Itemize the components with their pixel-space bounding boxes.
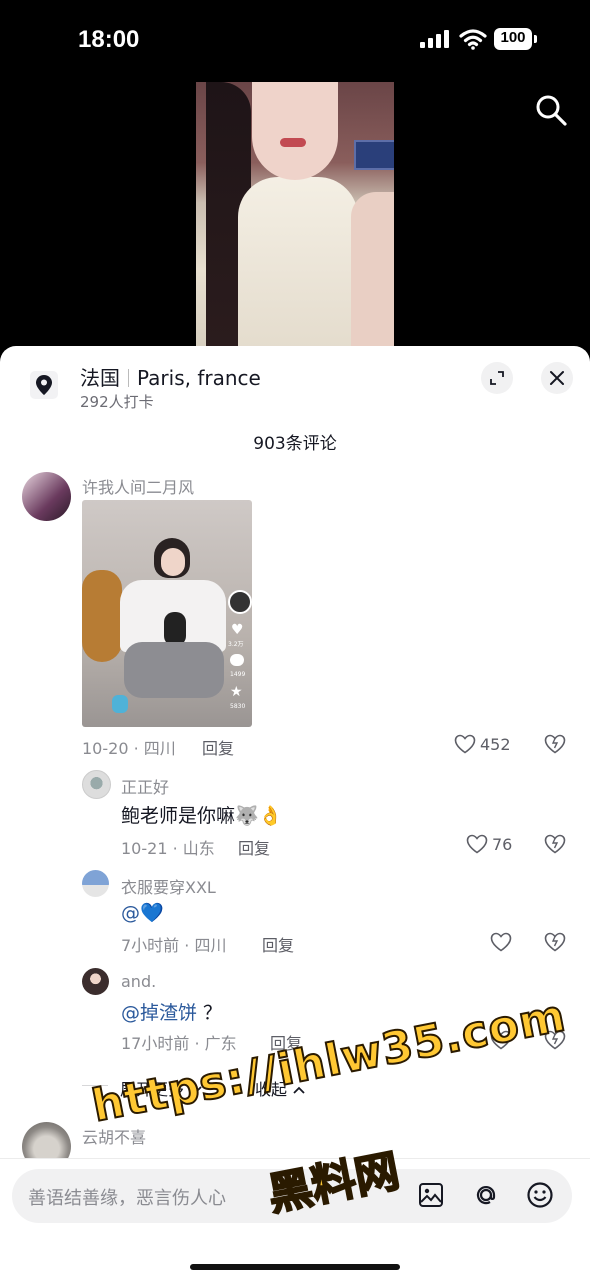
comment-username[interactable]: 正正好 xyxy=(121,774,169,798)
emoji-icon[interactable] xyxy=(526,1181,554,1209)
dislike-icon[interactable] xyxy=(544,932,566,952)
status-time: 18:00 xyxy=(78,26,140,53)
comment-image[interactable]: ♥ 3.2万 1499 ★ 5830 xyxy=(82,500,252,727)
video-figure-shoulder xyxy=(351,192,394,350)
like-icon[interactable] xyxy=(466,834,488,854)
input-placeholder: 善语结善缘，恶言伤人心 xyxy=(28,1188,226,1209)
search-icon[interactable] xyxy=(533,92,569,128)
like-count: 76 xyxy=(492,835,513,854)
background-screen xyxy=(354,140,394,170)
like-icon[interactable] xyxy=(490,932,512,952)
expand-button[interactable] xyxy=(481,362,513,394)
close-button[interactable] xyxy=(541,362,573,394)
image-comment-count: 1499 xyxy=(230,671,246,678)
image-guitar xyxy=(82,570,122,662)
location-divider xyxy=(128,369,129,387)
checkin-count: 292人打卡 xyxy=(80,393,154,411)
comment-date-location: 17小时前 · 广东 xyxy=(121,1034,237,1053)
comment-date-location: 10-20 · 四川 xyxy=(82,739,176,758)
image-like-count: 3.2万 xyxy=(228,641,244,648)
comment-text: 鲍老师是你嘛🐺👌 xyxy=(121,805,283,827)
reply-button[interactable]: 回复 xyxy=(238,835,270,859)
video-figure-dress xyxy=(238,177,358,350)
mention-icon[interactable] xyxy=(472,1181,500,1209)
image-comment-icon xyxy=(230,654,244,666)
image-shirt-print xyxy=(164,612,186,646)
like-count: 452 xyxy=(480,735,511,754)
comment-date-location: 7小时前 · 四川 xyxy=(121,936,227,955)
image-person-face xyxy=(161,548,185,576)
dislike-icon[interactable] xyxy=(544,734,566,754)
avatar[interactable] xyxy=(82,968,109,995)
comment-text: @💙 xyxy=(121,902,164,924)
image-star-icon: ★ xyxy=(230,684,243,700)
image-heart-icon: ♥ xyxy=(231,622,244,638)
comment-text: @掉渣饼 ？ xyxy=(121,998,222,1025)
image-avatar-dot xyxy=(228,590,252,614)
image-fav-count: 5830 xyxy=(230,703,246,710)
comment-text-rest: ？ xyxy=(197,1002,223,1024)
video-figure-face xyxy=(252,82,338,180)
home-indicator xyxy=(190,1264,400,1270)
wifi-icon xyxy=(459,29,487,50)
reply-button[interactable]: 回复 xyxy=(262,932,294,956)
avatar[interactable] xyxy=(82,770,111,799)
image-person-pants xyxy=(124,642,224,698)
image-person-feet xyxy=(112,695,128,713)
location-title[interactable]: 法国 Paris, france xyxy=(80,362,261,391)
video-player[interactable] xyxy=(196,82,394,350)
expand-icon xyxy=(490,371,504,385)
battery-icon: 100 xyxy=(494,28,538,50)
avatar[interactable] xyxy=(22,472,71,521)
location-pin-icon[interactable] xyxy=(30,371,58,399)
dislike-icon[interactable] xyxy=(544,834,566,854)
image-icon[interactable] xyxy=(418,1182,444,1208)
comment-count: 903条评论 xyxy=(253,434,337,454)
video-figure-lips xyxy=(280,138,306,147)
cellular-signal-icon xyxy=(420,30,449,48)
comment-username[interactable]: 衣服要穿XXL xyxy=(121,874,216,898)
like-icon[interactable] xyxy=(454,734,476,754)
reply-button[interactable]: 回复 xyxy=(202,735,234,759)
location-english: Paris, france xyxy=(137,366,261,390)
comment-username[interactable]: 许我人间二月风 xyxy=(82,474,194,498)
mention-link[interactable]: @掉渣饼 xyxy=(121,1002,197,1024)
battery-level: 100 xyxy=(500,29,526,46)
location-name: 法国 xyxy=(80,366,120,390)
comment-username[interactable]: and. xyxy=(121,972,156,991)
comment-date-location: 10-21 · 山东 xyxy=(121,839,215,858)
comments-sheet: 法国 Paris, france 292人打卡 903条评论 许我人间二月风 ♥ … xyxy=(0,346,590,1280)
close-icon xyxy=(550,371,564,385)
avatar[interactable] xyxy=(82,870,109,897)
